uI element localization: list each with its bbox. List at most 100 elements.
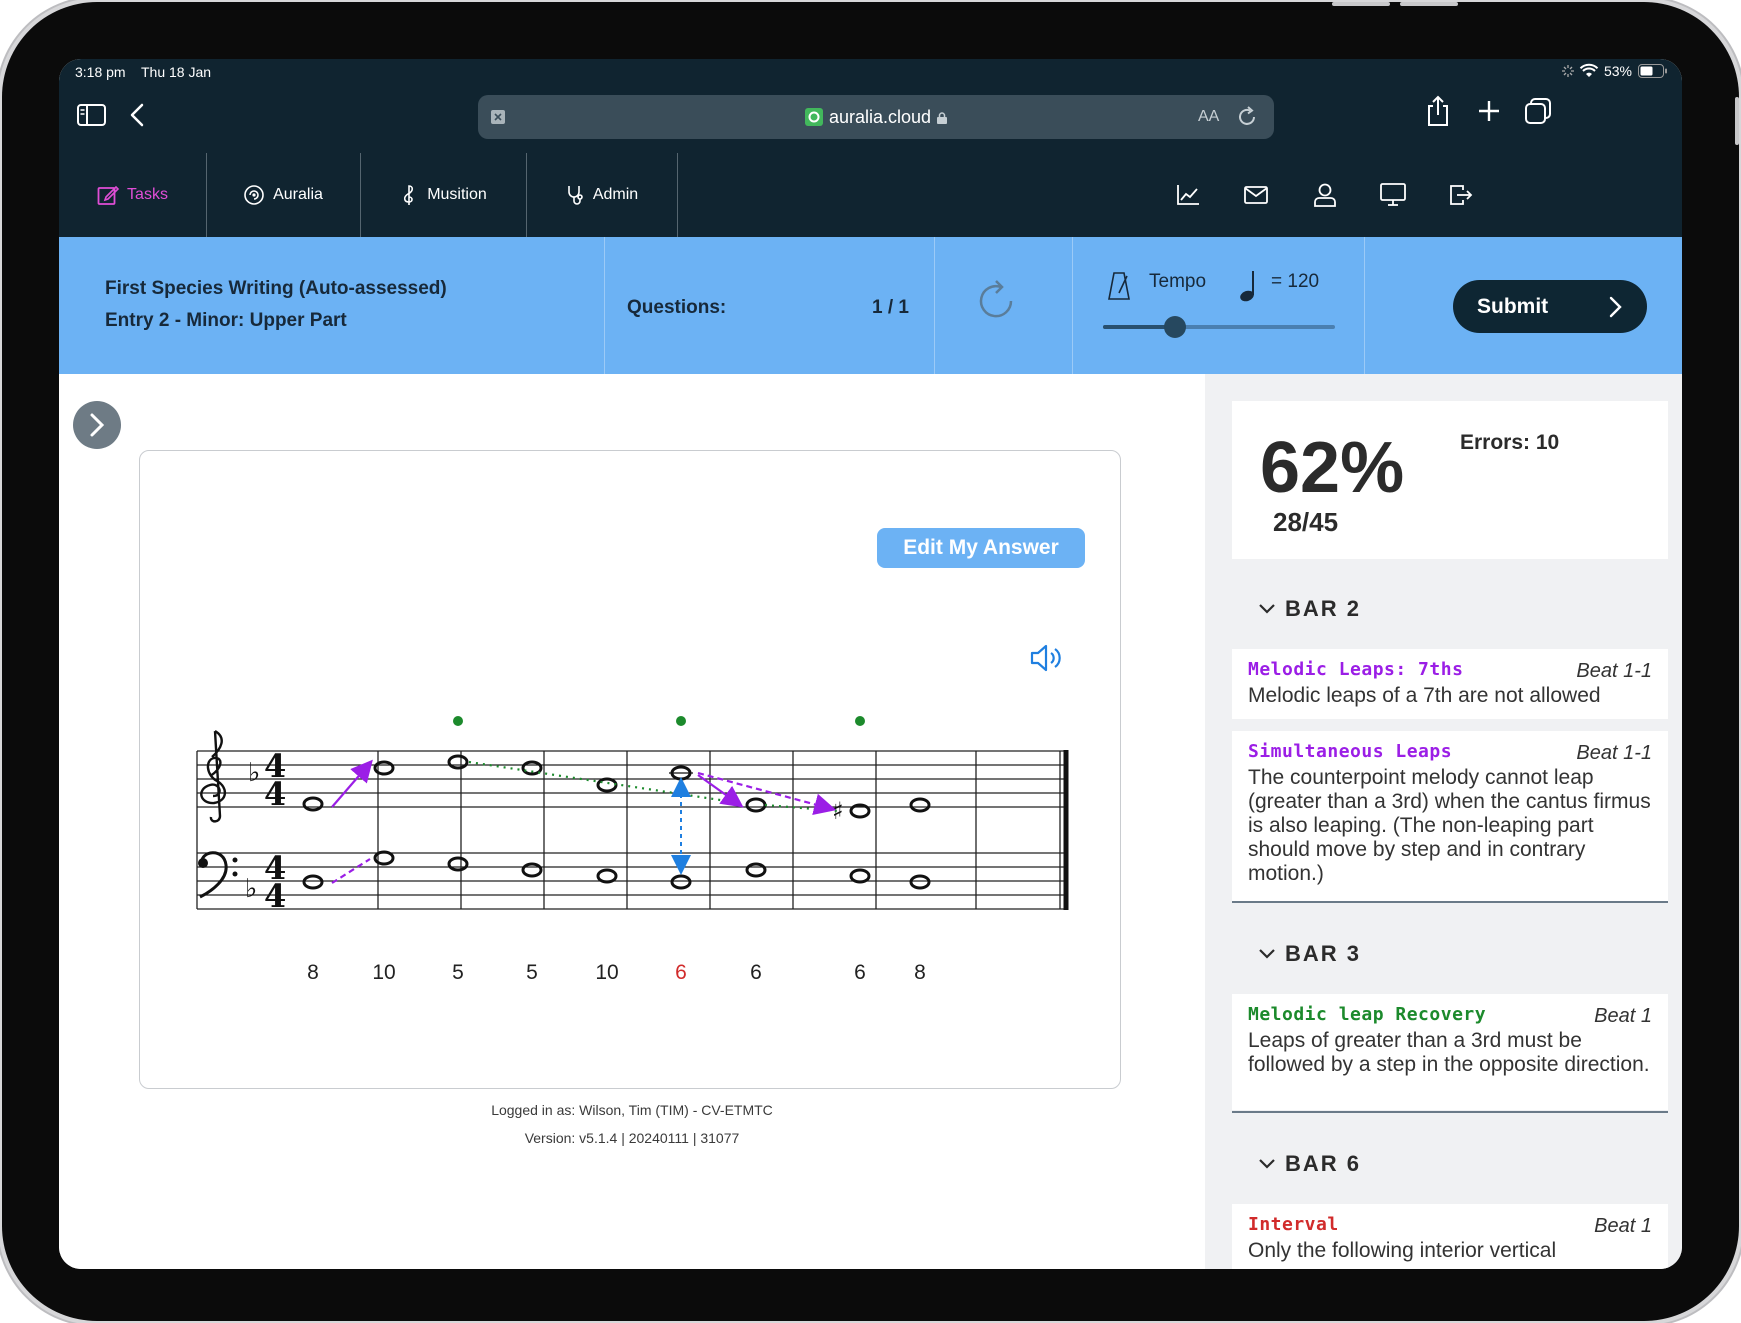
bass-staff [197, 852, 1068, 910]
bass-clef-dot [198, 858, 208, 868]
time-sig-treble-bottom: 4 [264, 775, 286, 813]
tab-tasks[interactable]: Tasks [59, 153, 207, 237]
ear-icon [244, 185, 264, 205]
tempo-slider-handle[interactable] [1163, 316, 1186, 338]
leap-arrow [331, 759, 373, 808]
tempo-value: = 120 [1271, 271, 1320, 292]
interval-figure: 8 [307, 961, 319, 984]
error-marker-dot [453, 716, 463, 726]
interval-figure: 5 [452, 961, 464, 984]
top-button-2 [1400, 2, 1458, 6]
error-title: Melodic leap Recovery [1248, 1004, 1487, 1025]
version-info: Version: v5.1.4 | 20240111 | 31077 [524, 1130, 740, 1146]
error-item[interactable]: Melodic Leaps: 7ths Beat 1-1 Melodic lea… [1232, 649, 1668, 719]
error-description: Melodic leaps of a 7th are not allowed [1248, 684, 1601, 707]
back-icon[interactable] [129, 103, 145, 127]
key-flat-bass: ♭ [245, 874, 257, 904]
task-title-line2: Entry 2 - Minor: Upper Part [105, 310, 347, 331]
whole-note [447, 856, 469, 872]
display-button[interactable] [1377, 179, 1409, 211]
stethoscope-icon [568, 186, 583, 205]
whole-note [745, 797, 767, 813]
interval-figure: 8 [914, 961, 926, 984]
bar-label: BAR 3 [1285, 941, 1362, 966]
tab-label: Admin [592, 186, 639, 203]
status-right: 53% [1561, 63, 1668, 79]
time-sig-bass-bottom: 4 [264, 877, 286, 915]
error-marker-dot [676, 716, 686, 726]
task-title-line1: First Species Writing (Auto-assessed) [105, 278, 447, 299]
logout-button[interactable] [1445, 179, 1477, 211]
battery-percent: 53% [1603, 63, 1632, 79]
stats-button[interactable] [1172, 179, 1204, 211]
text-size-button[interactable]: AA [1198, 108, 1219, 126]
tab-auralia[interactable]: Auralia [206, 153, 361, 237]
metronome-icon [1108, 272, 1130, 300]
url-domain: auralia.cloud [828, 107, 932, 127]
address-bar[interactable]: auralia.cloud AA [478, 95, 1274, 139]
whole-note [302, 874, 324, 890]
sidebar-toggle-icon[interactable] [77, 103, 107, 127]
edit-icon [97, 185, 120, 205]
bar-section-header[interactable]: BAR 2 [1259, 596, 1361, 622]
error-marker-dot [855, 716, 865, 726]
error-title: Interval [1248, 1214, 1339, 1235]
tabs-overview-icon[interactable] [1524, 97, 1552, 125]
share-icon[interactable] [1425, 95, 1451, 127]
error-description: Only the following interior vertical [1248, 1239, 1557, 1262]
interval-figure: 5 [526, 961, 538, 984]
error-description: The counterpoint melody cannot leap (gre… [1248, 766, 1651, 885]
section-divider [1232, 901, 1668, 903]
treble-clef-icon [404, 185, 414, 205]
monitor-icon [1380, 183, 1406, 206]
questions-count: 1 / 1 [872, 297, 909, 318]
profile-button[interactable] [1309, 179, 1341, 211]
tempo-slider[interactable] [1103, 316, 1335, 338]
reload-icon[interactable] [1236, 106, 1258, 128]
tab-musition[interactable]: Musition [360, 153, 527, 237]
sharp-accidental: ♯ [832, 797, 844, 825]
user-icon [1314, 183, 1336, 207]
whole-note [745, 862, 767, 878]
chevron-right-icon [90, 413, 105, 437]
error-beat: Beat 1 [1594, 1215, 1652, 1237]
recovery-dotted-line [468, 760, 741, 805]
mail-icon [1244, 186, 1268, 204]
activity-icon [1561, 65, 1574, 77]
new-tab-icon[interactable] [1476, 98, 1502, 124]
side-button [1735, 97, 1739, 145]
divider [1072, 237, 1073, 374]
submit-button[interactable]: Submit [1453, 280, 1647, 333]
login-info: Logged in as: Wilson, Tim (TIM) - CV-ETM… [491, 1102, 773, 1118]
figured-bass: 8 10 5 5 10 6 6 6 8 [140, 961, 1120, 991]
music-notation: ♭ 4 4 ♭ 4 4 ♯ [196, 716, 1069, 915]
results-panel: 62% 28/45 Errors: 10 BAR 2 Melodic Leaps… [1205, 374, 1682, 1269]
replay-icon[interactable] [977, 279, 1021, 327]
whole-note [670, 874, 692, 890]
bar-section-header[interactable]: BAR 3 [1259, 941, 1361, 967]
leap-arrow-dashed [331, 858, 371, 884]
status-time: 3:18 pm [75, 64, 126, 80]
screen: 3:18 pm Thu 18 Jan 53% auralia.cloud AA [59, 59, 1682, 1269]
interval-figure: 6 [675, 961, 687, 984]
expand-panel-button[interactable] [73, 401, 121, 449]
task-title: First Species Writing (Auto-assessed) En… [105, 273, 447, 337]
whole-note [909, 797, 931, 813]
messages-button[interactable] [1240, 179, 1272, 211]
error-item[interactable]: Interval Beat 1 Only the following inter… [1232, 1204, 1668, 1269]
score-summary: 62% 28/45 Errors: 10 [1232, 401, 1668, 559]
logout-icon [1450, 185, 1473, 205]
error-item[interactable]: Simultaneous Leaps Beat 1-1 The counterp… [1232, 731, 1668, 901]
whole-note [521, 862, 543, 878]
score-percent: 62% [1260, 428, 1405, 508]
divider [1364, 237, 1365, 374]
app-nav: Tasks Auralia Musition Admin [59, 153, 1682, 237]
browser-toolbar: auralia.cloud AA [59, 83, 1682, 153]
tab-admin[interactable]: Admin [526, 153, 678, 237]
bar-section-header[interactable]: BAR 6 [1259, 1151, 1361, 1177]
status-date: Thu 18 Jan [141, 64, 212, 80]
score-card: Edit My Answer ♭ 4 4 ♭ 4 4 ♯ 8 10 5 5 10… [139, 450, 1121, 1089]
chevron-down-icon [1259, 949, 1275, 959]
status-bar: 3:18 pm Thu 18 Jan 53% [59, 59, 1682, 83]
error-item[interactable]: Melodic leap Recovery Beat 1 Leaps of gr… [1232, 994, 1668, 1110]
